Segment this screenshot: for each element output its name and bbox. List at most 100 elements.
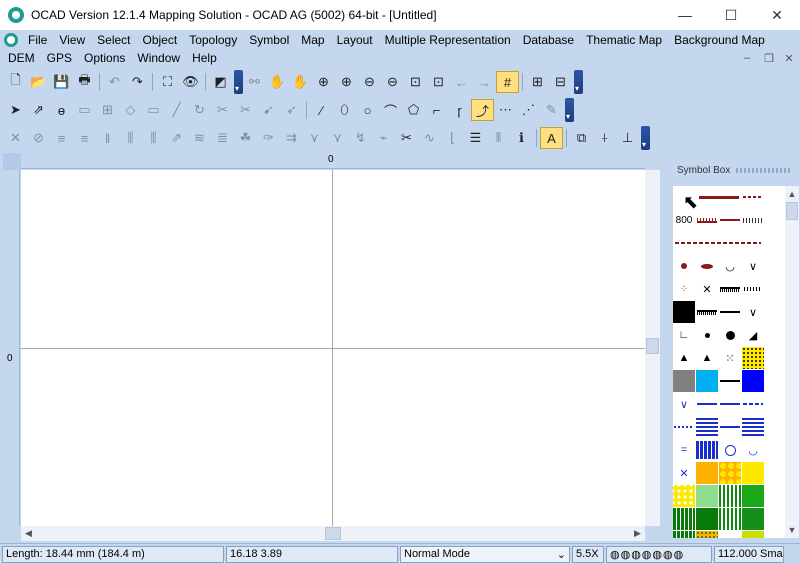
mode-select[interactable]: Normal Mode ⌄	[400, 545, 570, 563]
menu-background-map[interactable]: Background Map	[668, 31, 771, 49]
symbol-v-mark[interactable]: ∨	[742, 255, 764, 277]
lasso-icon[interactable]: ɵ	[50, 99, 73, 121]
zoom-fit-icon[interactable]: ⊖	[381, 71, 404, 93]
undo-icon[interactable]: ↶	[103, 71, 126, 93]
menu-thematic-map[interactable]: Thematic Map	[580, 31, 668, 49]
bezier-icon[interactable]: ⤴	[471, 99, 494, 121]
symbol-dash-black[interactable]	[719, 301, 741, 323]
zoom-selection-icon[interactable]: ⊡	[427, 71, 450, 93]
close-button[interactable]: ✕	[754, 0, 800, 30]
toolbar-options-icon[interactable]	[234, 70, 243, 94]
bars2-icon[interactable]: ⫼	[119, 127, 142, 149]
pan-hand-icon[interactable]: ✋	[266, 71, 289, 93]
align-center-icon[interactable]: ≡	[73, 127, 96, 149]
maximize-button[interactable]: ☐	[708, 0, 754, 30]
menu-topology[interactable]: Topology	[183, 31, 243, 49]
double-icon[interactable]: ⇉	[280, 127, 303, 149]
symbol-line-black[interactable]	[719, 370, 741, 392]
copy-window-icon[interactable]: ⧉	[570, 127, 593, 149]
select-arrow-icon[interactable]: ➤	[4, 99, 27, 121]
symbol-dark-green-fill[interactable]	[696, 508, 718, 530]
columns-icon[interactable]: ⫴	[487, 127, 510, 149]
branch-icon[interactable]: ⋎	[303, 127, 326, 149]
ellipse-icon[interactable]: ⬯	[333, 99, 356, 121]
align-left-icon[interactable]: ≡	[50, 127, 73, 149]
scissors-icon[interactable]: ✂	[211, 99, 234, 121]
symbol-yellow-fill[interactable]	[742, 462, 764, 484]
polygon-icon[interactable]: ⬠	[402, 99, 425, 121]
symbol-dot-small[interactable]	[719, 531, 741, 538]
symbol-oval-brown[interactable]	[696, 255, 718, 277]
cut-hole-icon[interactable]: ⊞	[96, 99, 119, 121]
symbol-dots-orange[interactable]	[719, 462, 741, 484]
measure-icon[interactable]: ➶	[280, 99, 303, 121]
corner-icon[interactable]: ⌊	[441, 127, 464, 149]
symbol-dot-black[interactable]	[719, 324, 741, 346]
pencil-icon[interactable]: ✎	[540, 99, 563, 121]
straight-line-icon[interactable]: ╱	[165, 99, 188, 121]
rotate-icon[interactable]: ↻	[188, 99, 211, 121]
stroke-icon[interactable]: ↯	[349, 127, 372, 149]
mdi-minimize-button[interactable]: –	[738, 50, 756, 66]
symbol-stripes-blue-dense[interactable]	[696, 439, 718, 461]
symbol-dot-cluster[interactable]: ⁙	[719, 347, 741, 369]
layer-visibility-icons[interactable]: ◍◍◍◍◍◍◍	[606, 545, 712, 563]
curve-icon[interactable]: ⁄	[310, 99, 333, 121]
circle-icon[interactable]: ○	[356, 99, 379, 121]
symbol-line-ticks-small[interactable]	[742, 209, 764, 231]
toolbar-options-icon[interactable]	[641, 126, 650, 150]
rotate-point-icon[interactable]: ▭	[142, 99, 165, 121]
zoom-window-icon[interactable]: ⊡	[404, 71, 427, 93]
new-file-icon[interactable]: 🗋	[4, 71, 27, 93]
symbol-triangle-dot[interactable]: ◢	[742, 324, 764, 346]
symbol-stripes-blue[interactable]	[696, 416, 718, 438]
vertical-scroll-thumb[interactable]	[646, 338, 659, 354]
symbol-wide-line-brown[interactable]	[696, 186, 741, 208]
zoom-in-area-icon[interactable]: ⊕	[335, 71, 358, 93]
move-point-icon[interactable]: ◇	[119, 99, 142, 121]
menu-window[interactable]: Window	[131, 49, 186, 67]
scroll-right-arrow-icon[interactable]: ▶	[630, 526, 645, 541]
leaf-icon[interactable]: ☘	[234, 127, 257, 149]
text-icon[interactable]: A	[540, 127, 563, 149]
symbol-solid-black[interactable]	[673, 301, 695, 323]
freehand-icon[interactable]: ⌒	[379, 99, 402, 121]
symbol-orange-fill[interactable]	[696, 462, 718, 484]
symbol-double-dash-blue[interactable]: =	[673, 439, 695, 461]
menu-select[interactable]: Select	[91, 31, 136, 49]
minimize-button[interactable]: —	[662, 0, 708, 30]
symbol-dashed-line-brown[interactable]	[742, 186, 764, 208]
grid-icon[interactable]: #	[496, 71, 519, 93]
symbol-line-blue[interactable]	[719, 393, 741, 415]
redo-icon[interactable]: ↷	[126, 71, 149, 93]
symbol-stripes-blue[interactable]	[742, 416, 764, 438]
no-icon[interactable]: ⊘	[27, 127, 50, 149]
symbol-triangle-small[interactable]: ▲	[673, 347, 695, 369]
symbol-dots-blue[interactable]	[673, 416, 695, 438]
symbol-comb-black[interactable]	[719, 278, 741, 300]
bars-icon[interactable]: ‖	[96, 127, 119, 149]
node-icon[interactable]: ⍭	[593, 127, 616, 149]
brush-icon[interactable]: ⌁	[372, 127, 395, 149]
menu-database[interactable]: Database	[517, 31, 580, 49]
edit-point-icon[interactable]: ⇗	[27, 99, 50, 121]
vertical-scrollbar[interactable]	[645, 170, 660, 526]
symbol-triangle[interactable]: ▲	[696, 347, 718, 369]
branch2-icon[interactable]: ⋎	[326, 127, 349, 149]
info-icon[interactable]: ℹ	[510, 127, 533, 149]
symbol-stripes-green-dense[interactable]	[673, 508, 695, 530]
arrow-icon[interactable]: ⇗	[165, 127, 188, 149]
symbol-dash-blue[interactable]	[742, 393, 764, 415]
symbol-box-scrollbar[interactable]: ▲ ▼	[785, 186, 799, 538]
dotted-line-icon[interactable]: ⋯	[494, 99, 517, 121]
symbol-circle-blue[interactable]	[719, 439, 741, 461]
horizontal-scroll-thumb[interactable]	[325, 527, 341, 540]
fill-icon[interactable]: ➹	[257, 99, 280, 121]
symbol-dots-yellow-dense[interactable]	[673, 485, 695, 507]
symbol-line-blue[interactable]	[719, 416, 741, 438]
document-icon[interactable]	[4, 32, 18, 47]
column-icon[interactable]: ⊟	[549, 71, 572, 93]
scissor-line-icon[interactable]: ✂	[395, 127, 418, 149]
symbol-stripes-green[interactable]	[719, 485, 741, 507]
symbol-dot-cluster-brown[interactable]: ⁘	[673, 278, 695, 300]
